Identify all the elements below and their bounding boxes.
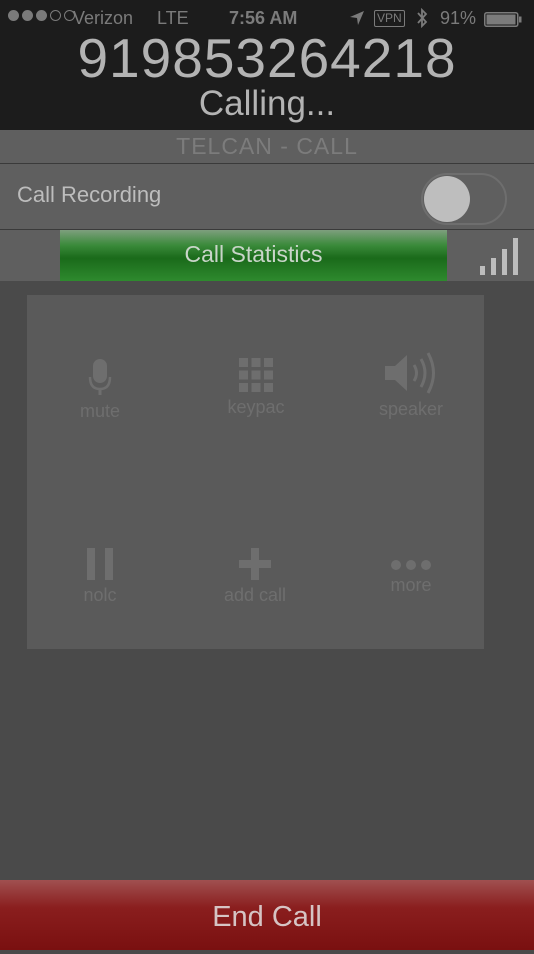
pause-icon (25, 525, 175, 581)
call-statistics-button[interactable]: Call Statistics (60, 230, 447, 281)
app-title: TELCAN - CALL (0, 130, 534, 164)
speaker-label: speaker (378, 399, 444, 419)
call-status: Calling... (198, 84, 336, 123)
end-call-button[interactable]: End Call (0, 880, 534, 950)
add-call-button[interactable]: add call (180, 525, 330, 606)
call-recording-toggle[interactable] (421, 173, 507, 225)
signal-dot-filled (8, 10, 19, 21)
ellipsis-icon (336, 515, 486, 571)
more-label: more (390, 575, 432, 595)
mute-label: mute (79, 401, 121, 421)
toggle-knob (424, 176, 470, 222)
keypad-icon (181, 337, 331, 393)
speaker-icon (336, 339, 486, 395)
call-recording-label: Call Recording (17, 182, 162, 207)
keypad-label: keypac (227, 397, 285, 417)
microphone-icon (25, 341, 175, 397)
hold-label: nolc (83, 585, 117, 605)
signal-strength-icon[interactable] (478, 236, 524, 276)
signal-dots (8, 10, 75, 21)
plus-icon (180, 525, 330, 581)
keypad-button[interactable]: keypac (181, 337, 331, 418)
more-button[interactable]: more (336, 515, 486, 596)
vpn-badge: VPN (374, 10, 405, 27)
signal-dot-empty (50, 10, 61, 21)
battery-icon (484, 11, 522, 27)
signal-dot-filled (22, 10, 33, 21)
mute-button[interactable]: mute (25, 341, 175, 422)
speaker-button[interactable]: speaker (336, 339, 486, 420)
add-call-label: add call (223, 585, 287, 605)
hold-button[interactable]: nolc (25, 525, 175, 606)
phone-number: 919853264218 (77, 27, 457, 89)
call-controls-panel: mute keypac speaker nolc add call more (27, 295, 484, 649)
signal-dot-filled (36, 10, 47, 21)
